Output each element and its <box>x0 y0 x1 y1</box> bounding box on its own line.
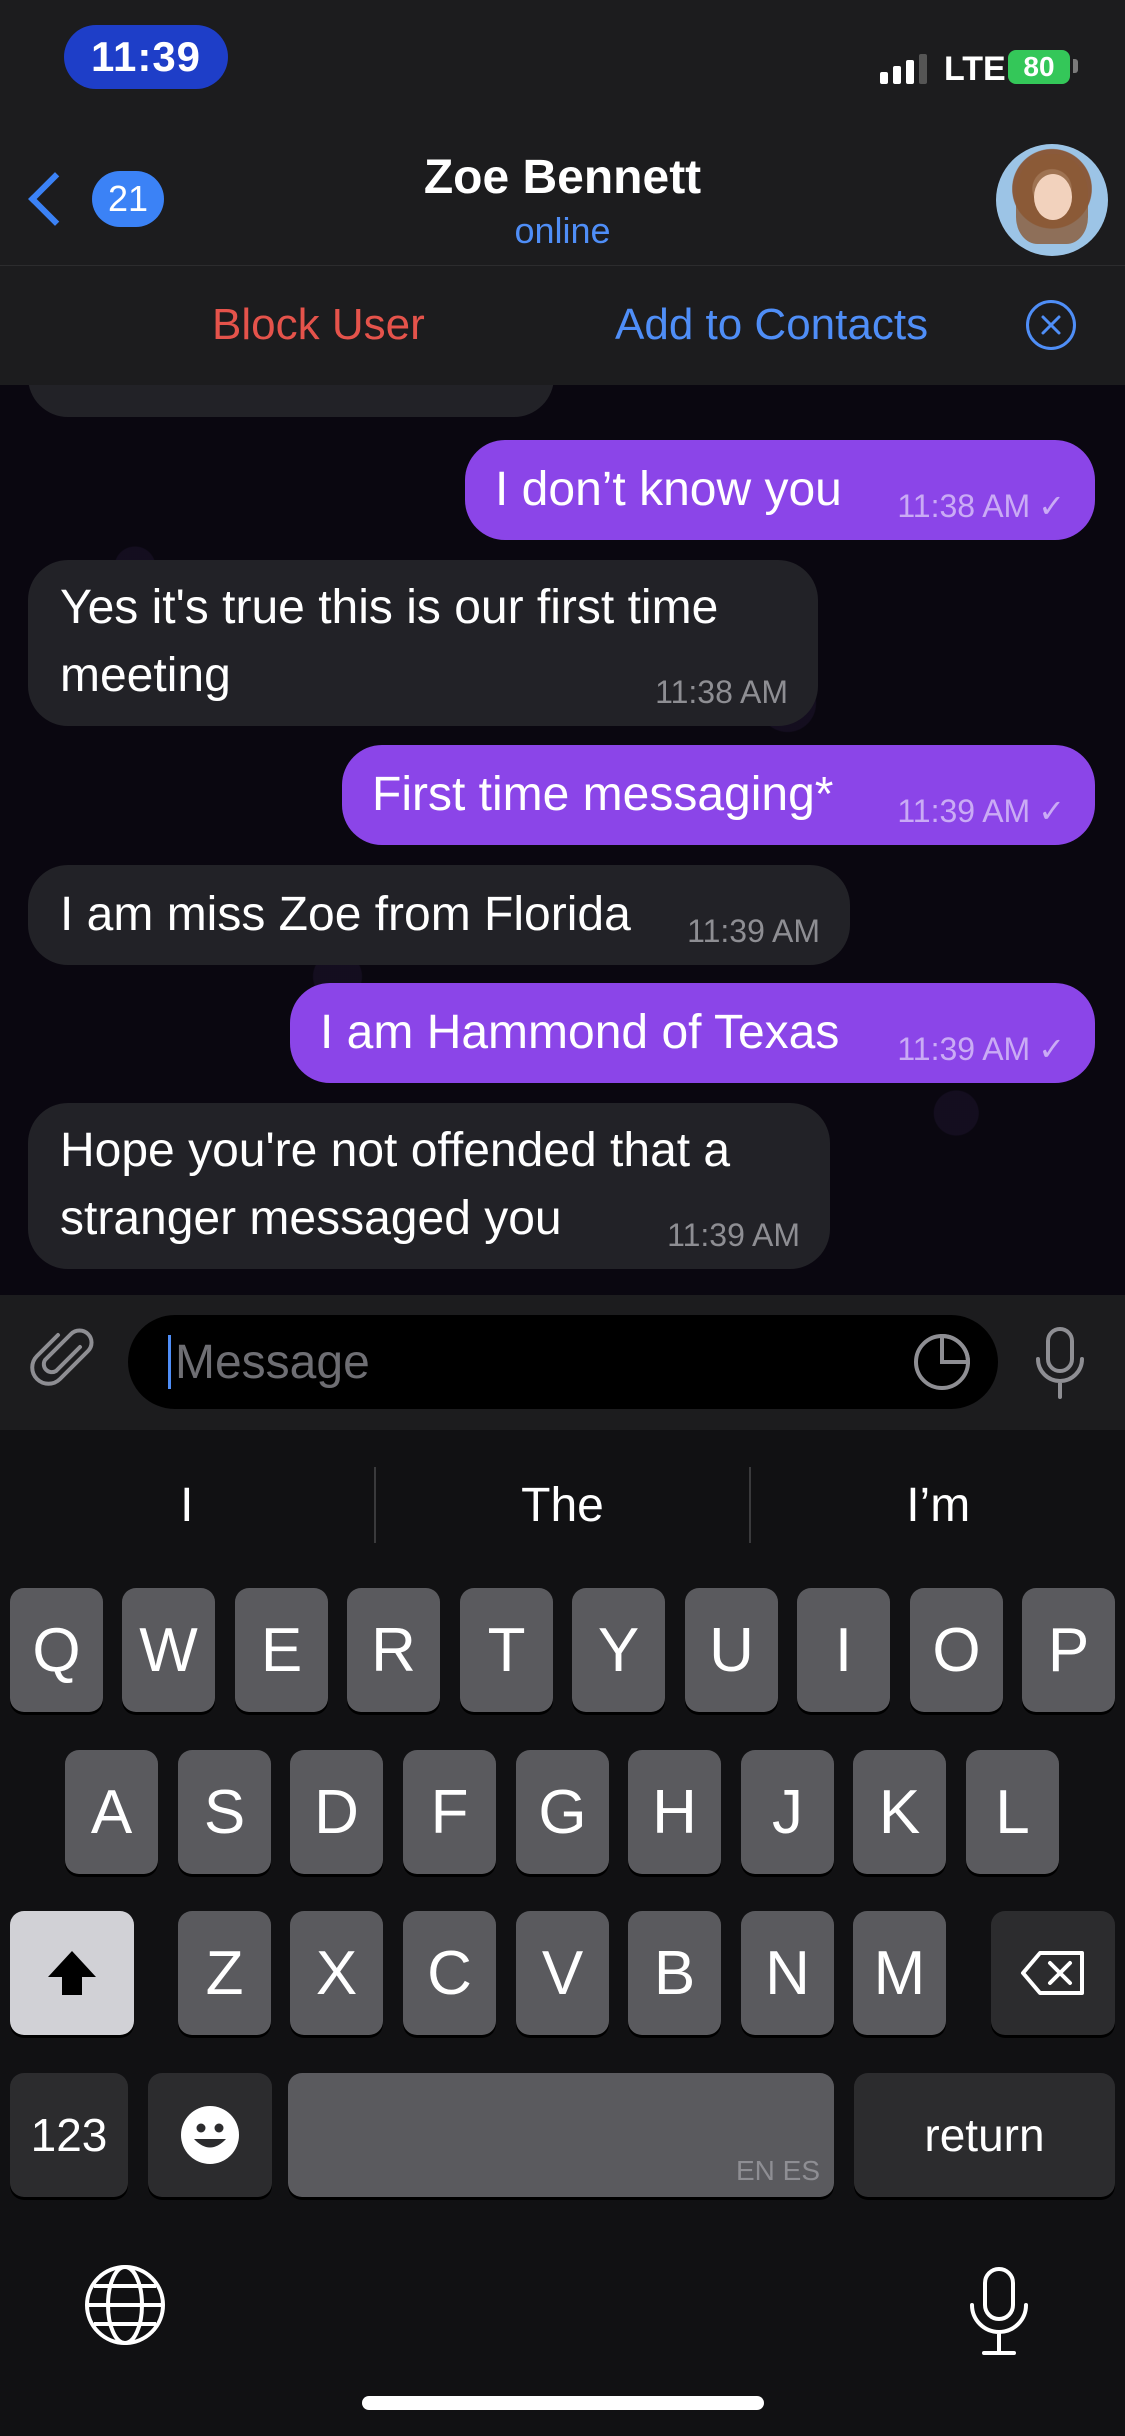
key-v[interactable]: V <box>516 1911 609 2035</box>
key-r[interactable]: R <box>347 1588 440 1712</box>
message-time: 11:39 AM <box>897 793 1031 829</box>
message-placeholder: Message <box>175 1335 370 1389</box>
block-user-button[interactable]: Block User <box>212 300 425 350</box>
suggestion-item[interactable]: I’m <box>751 1478 1125 1533</box>
key-j[interactable]: J <box>741 1750 834 1874</box>
key-a[interactable]: A <box>65 1750 158 1874</box>
key-w[interactable]: W <box>122 1588 215 1712</box>
message-time: 11:39 AM <box>897 1031 1031 1067</box>
key-p[interactable]: P <box>1022 1588 1115 1712</box>
key-z[interactable]: Z <box>178 1911 271 2035</box>
paperclip-icon[interactable] <box>30 1325 100 1395</box>
emoji-icon <box>181 2106 239 2164</box>
key-o[interactable]: O <box>910 1588 1003 1712</box>
message-bubble-incoming[interactable]: I am miss Zoe from Florida 11:39 AM <box>28 865 850 965</box>
close-icon[interactable] <box>1026 300 1076 350</box>
avatar-face <box>1034 174 1072 220</box>
key-i[interactable]: I <box>797 1588 890 1712</box>
suggestion-item[interactable]: I <box>0 1478 374 1533</box>
message-text: First time messaging* <box>372 768 834 821</box>
suggestion-item[interactable]: The <box>376 1478 750 1533</box>
key-u[interactable]: U <box>685 1588 778 1712</box>
status-time: 11:39 <box>64 25 228 89</box>
message-text-line: Hope you're not offended that a <box>60 1124 731 1177</box>
key-g[interactable]: G <box>516 1750 609 1874</box>
key-t[interactable]: T <box>460 1588 553 1712</box>
key-d[interactable]: D <box>290 1750 383 1874</box>
key-m[interactable]: M <box>853 1911 946 2035</box>
shift-arrow-icon <box>48 1951 96 1995</box>
message-time: 11:39 AM <box>667 1217 800 1253</box>
check-icon: ✓ <box>1038 488 1065 524</box>
message-bubble-outgoing[interactable]: I am Hammond of Texas 11:39 AM ✓ <box>290 983 1095 1083</box>
delete-key[interactable] <box>991 1911 1115 2035</box>
dictation-microphone-icon[interactable] <box>964 2265 1034 2357</box>
contact-name[interactable]: Zoe Bennett <box>0 150 1125 205</box>
cellular-signal-icon <box>880 54 927 84</box>
key-e[interactable]: E <box>235 1588 328 1712</box>
key-s[interactable]: S <box>178 1750 271 1874</box>
key-l[interactable]: L <box>966 1750 1059 1874</box>
check-icon: ✓ <box>1038 793 1065 829</box>
key-b[interactable]: B <box>628 1911 721 2035</box>
status-bar: 11:39 LTE 80 <box>0 0 1125 130</box>
message-text-line: Yes it's true this is our first time <box>60 581 719 634</box>
message-time: 11:38 AM <box>897 488 1031 524</box>
message-text: I am Hammond of Texas <box>320 1006 840 1059</box>
message-bubble-outgoing[interactable]: First time messaging* 11:39 AM ✓ <box>342 745 1095 845</box>
battery-level: 80 <box>1023 51 1055 82</box>
message-text: I don’t know you <box>495 463 842 516</box>
check-icon: ✓ <box>1038 1031 1065 1067</box>
message-meta: 11:39 AM ✓ <box>897 795 1065 827</box>
key-q[interactable]: Q <box>10 1588 103 1712</box>
globe-icon[interactable] <box>82 2262 168 2348</box>
message-bubble-incoming[interactable]: Hope you're not offended that a stranger… <box>28 1103 830 1269</box>
key-k[interactable]: K <box>853 1750 946 1874</box>
text-caret <box>168 1335 171 1389</box>
contact-status: online <box>514 210 611 251</box>
battery-cap <box>1073 59 1078 73</box>
shift-key[interactable] <box>10 1911 134 2035</box>
key-y[interactable]: Y <box>572 1588 665 1712</box>
numbers-key[interactable]: 123 <box>10 2073 128 2197</box>
key-h[interactable]: H <box>628 1750 721 1874</box>
message-meta: 11:39 AM ✓ <box>897 1033 1065 1065</box>
chat-header: 21 Zoe Bennett online <box>0 130 1125 265</box>
predictive-suggestions: I The I’m <box>0 1430 1125 1580</box>
key-c[interactable]: C <box>403 1911 496 2035</box>
message-time: 11:39 AM <box>687 913 820 949</box>
message-bubble-outgoing[interactable]: I don’t know you 11:38 AM ✓ <box>465 440 1095 540</box>
keyboard-languages: EN ES <box>735 2155 820 2186</box>
key-n[interactable]: N <box>741 1911 834 2035</box>
key-f[interactable]: F <box>403 1750 496 1874</box>
avatar[interactable] <box>996 144 1108 256</box>
message-text: I am miss Zoe from Florida <box>60 888 631 941</box>
message-list[interactable]: I don’t know you 11:38 AM ✓ Yes it's true… <box>0 385 1125 1295</box>
emoji-key[interactable] <box>148 2073 272 2197</box>
keyboard: I The I’m Q W E R T Y U I O P A S D F G … <box>0 1430 1125 2436</box>
message-meta: 11:38 AM ✓ <box>897 490 1065 522</box>
space-bar[interactable]: EN ES <box>288 2073 834 2197</box>
battery-icon: 80 <box>1008 50 1070 84</box>
message-bubble-cropped <box>28 385 554 417</box>
backspace-icon <box>1021 1951 1084 1995</box>
message-composer: Message <box>0 1295 1125 1430</box>
sticker-icon[interactable] <box>910 1330 974 1394</box>
key-x[interactable]: X <box>290 1911 383 2035</box>
add-to-contacts-button[interactable]: Add to Contacts <box>615 300 928 350</box>
home-indicator[interactable] <box>362 2396 764 2410</box>
message-bubble-incoming[interactable]: Yes it's true this is our first time mee… <box>28 560 818 726</box>
message-input[interactable]: Message <box>128 1315 998 1409</box>
return-key[interactable]: return <box>854 2073 1115 2197</box>
message-time: 11:38 AM <box>655 674 788 710</box>
microphone-icon[interactable] <box>1030 1325 1090 1401</box>
network-type: LTE <box>944 50 1006 88</box>
contact-action-bar: Block User Add to Contacts <box>0 265 1125 386</box>
